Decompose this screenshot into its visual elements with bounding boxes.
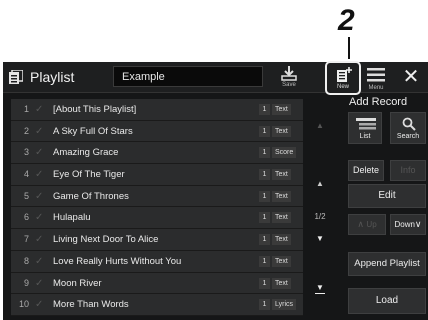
check-icon[interactable]: ✓	[35, 294, 43, 315]
save-label: Save	[282, 82, 296, 88]
record-count-badge: 1	[259, 190, 270, 202]
move-up-button[interactable]: ∧ Up	[348, 214, 386, 235]
scroll-down-icon[interactable]: ▼	[306, 234, 334, 243]
record-count-badge: 1	[259, 212, 270, 224]
close-icon[interactable]: ✕	[401, 66, 421, 88]
song-number: 7	[23, 234, 29, 245]
song-row[interactable]: 7 ✓ Living Next Door To Alice 1 Text	[11, 229, 303, 251]
append-playlist-button[interactable]: Append Playlist	[348, 252, 426, 276]
page-indicator: 1/2	[314, 212, 326, 221]
search-label: Search	[396, 133, 420, 140]
record-type-badge: Text	[272, 212, 291, 224]
record-type-badge: Text	[272, 277, 291, 289]
list-icon	[356, 118, 376, 132]
song-row[interactable]: 1 ✓ [About This Playlist] 1 Text	[11, 99, 303, 121]
menu-button[interactable]: Menu	[365, 66, 387, 92]
song-number: 5	[23, 190, 29, 201]
scroll-end-icon[interactable]: ▼	[315, 283, 325, 294]
record-count-badge: 1	[259, 277, 270, 289]
chevron-down-icon: ∨	[414, 219, 422, 229]
scroll-up-icon[interactable]: ▲	[306, 179, 334, 188]
scroll-up-top-icon[interactable]: ▲	[306, 121, 334, 130]
check-icon[interactable]: ✓	[35, 121, 43, 142]
title-bar: Playlist Example Save New Menu ✕	[3, 61, 428, 95]
list-button[interactable]: List	[348, 112, 382, 144]
song-title: Amazing Grace	[53, 147, 119, 159]
new-button[interactable]: New	[325, 61, 361, 95]
delete-button[interactable]: Delete	[348, 160, 384, 181]
record-type-badge: Text	[272, 255, 291, 267]
song-row[interactable]: 4 ✓ Eye Of The Tiger 1 Text	[11, 164, 303, 186]
record-type-badge: Score	[272, 147, 297, 159]
song-title: Game Of Thrones	[53, 190, 129, 202]
record-type-badge: Text	[272, 169, 291, 181]
move-down-button[interactable]: Down∨	[390, 214, 426, 235]
song-title: Love Really Hurts Without You	[53, 255, 182, 267]
song-row[interactable]: 9 ✓ Moon River 1 Text	[11, 272, 303, 295]
load-button[interactable]: Load	[348, 288, 426, 314]
check-icon[interactable]: ✓	[35, 99, 43, 120]
song-row[interactable]: 6 ✓ Hulapalu 1 Text	[11, 207, 303, 230]
record-count-badge: 1	[259, 125, 270, 137]
song-title: Hulapalu	[53, 212, 91, 224]
playlist-name-field[interactable]: Example	[113, 66, 263, 87]
check-icon[interactable]: ✓	[35, 186, 43, 207]
song-list: 1 ✓ [About This Playlist] 1 Text 2 ✓ A Sky Full…	[11, 99, 303, 316]
check-icon[interactable]: ✓	[35, 164, 43, 185]
record-count-badge: 1	[259, 104, 270, 115]
song-title: Eye Of The Tiger	[53, 169, 125, 181]
record-count-badge: 1	[259, 299, 270, 311]
song-number: 2	[23, 125, 29, 136]
record-type-badge: Text	[272, 125, 291, 137]
song-row[interactable]: 5 ✓ Game Of Thrones 1 Text	[11, 185, 303, 208]
song-row[interactable]: 2 ✓ A Sky Full Of Stars 1 Text	[11, 120, 303, 143]
song-title: More Than Words	[53, 299, 129, 311]
record-type-badge: Lyrics	[272, 299, 297, 311]
add-record-heading: Add Record	[349, 96, 408, 108]
song-number: 3	[23, 147, 29, 158]
record-type-badge: Text	[272, 104, 291, 115]
check-icon[interactable]: ✓	[35, 229, 43, 250]
search-button[interactable]: Search	[390, 112, 426, 144]
menu-label: Menu	[368, 85, 384, 91]
record-count-badge: 1	[259, 147, 270, 159]
playlist-screen: Playlist Example Save New Menu ✕ 1 ✓ [Abou…	[3, 61, 428, 320]
check-icon[interactable]: ✓	[35, 142, 43, 163]
song-row[interactable]: 8 ✓ Love Really Hurts Without You 1 Text	[11, 250, 303, 273]
check-icon[interactable]: ✓	[35, 251, 43, 272]
step-number-callout: 2	[338, 4, 355, 37]
song-title: [About This Playlist]	[53, 104, 137, 115]
list-label: List	[359, 133, 371, 140]
song-number: 4	[23, 169, 29, 180]
record-count-badge: 1	[259, 234, 270, 246]
record-count-badge: 1	[259, 169, 270, 181]
song-title: A Sky Full Of Stars	[53, 125, 133, 137]
song-title: Living Next Door To Alice	[53, 234, 159, 246]
check-icon[interactable]: ✓	[35, 273, 43, 294]
info-button[interactable]: Info	[390, 160, 426, 181]
save-button[interactable]: Save	[278, 65, 300, 91]
list-scrollbar: ▲ ▲ 1/2 ▼ ▼	[306, 99, 334, 317]
song-number: 8	[23, 255, 29, 266]
record-type-badge: Text	[272, 190, 291, 202]
down-label: Down	[394, 220, 415, 229]
new-label: New	[336, 84, 349, 90]
song-row[interactable]: 3 ✓ Amazing Grace 1 Score	[11, 142, 303, 165]
record-type-badge: Text	[272, 234, 291, 246]
song-number: 9	[23, 277, 29, 288]
page-title: Playlist	[30, 69, 75, 85]
edit-button[interactable]: Edit	[348, 184, 426, 208]
playlist-icon	[9, 69, 24, 84]
up-label: Up	[366, 220, 377, 229]
search-icon	[402, 117, 416, 133]
song-number: 10	[18, 299, 29, 310]
song-title: Moon River	[53, 277, 102, 289]
song-number: 6	[23, 212, 29, 223]
record-count-badge: 1	[259, 255, 270, 267]
song-number: 1	[23, 104, 29, 114]
check-icon[interactable]: ✓	[35, 207, 43, 228]
song-row[interactable]: 10 ✓ More Than Words 1 Lyrics	[11, 294, 303, 316]
callout-line	[348, 37, 350, 59]
